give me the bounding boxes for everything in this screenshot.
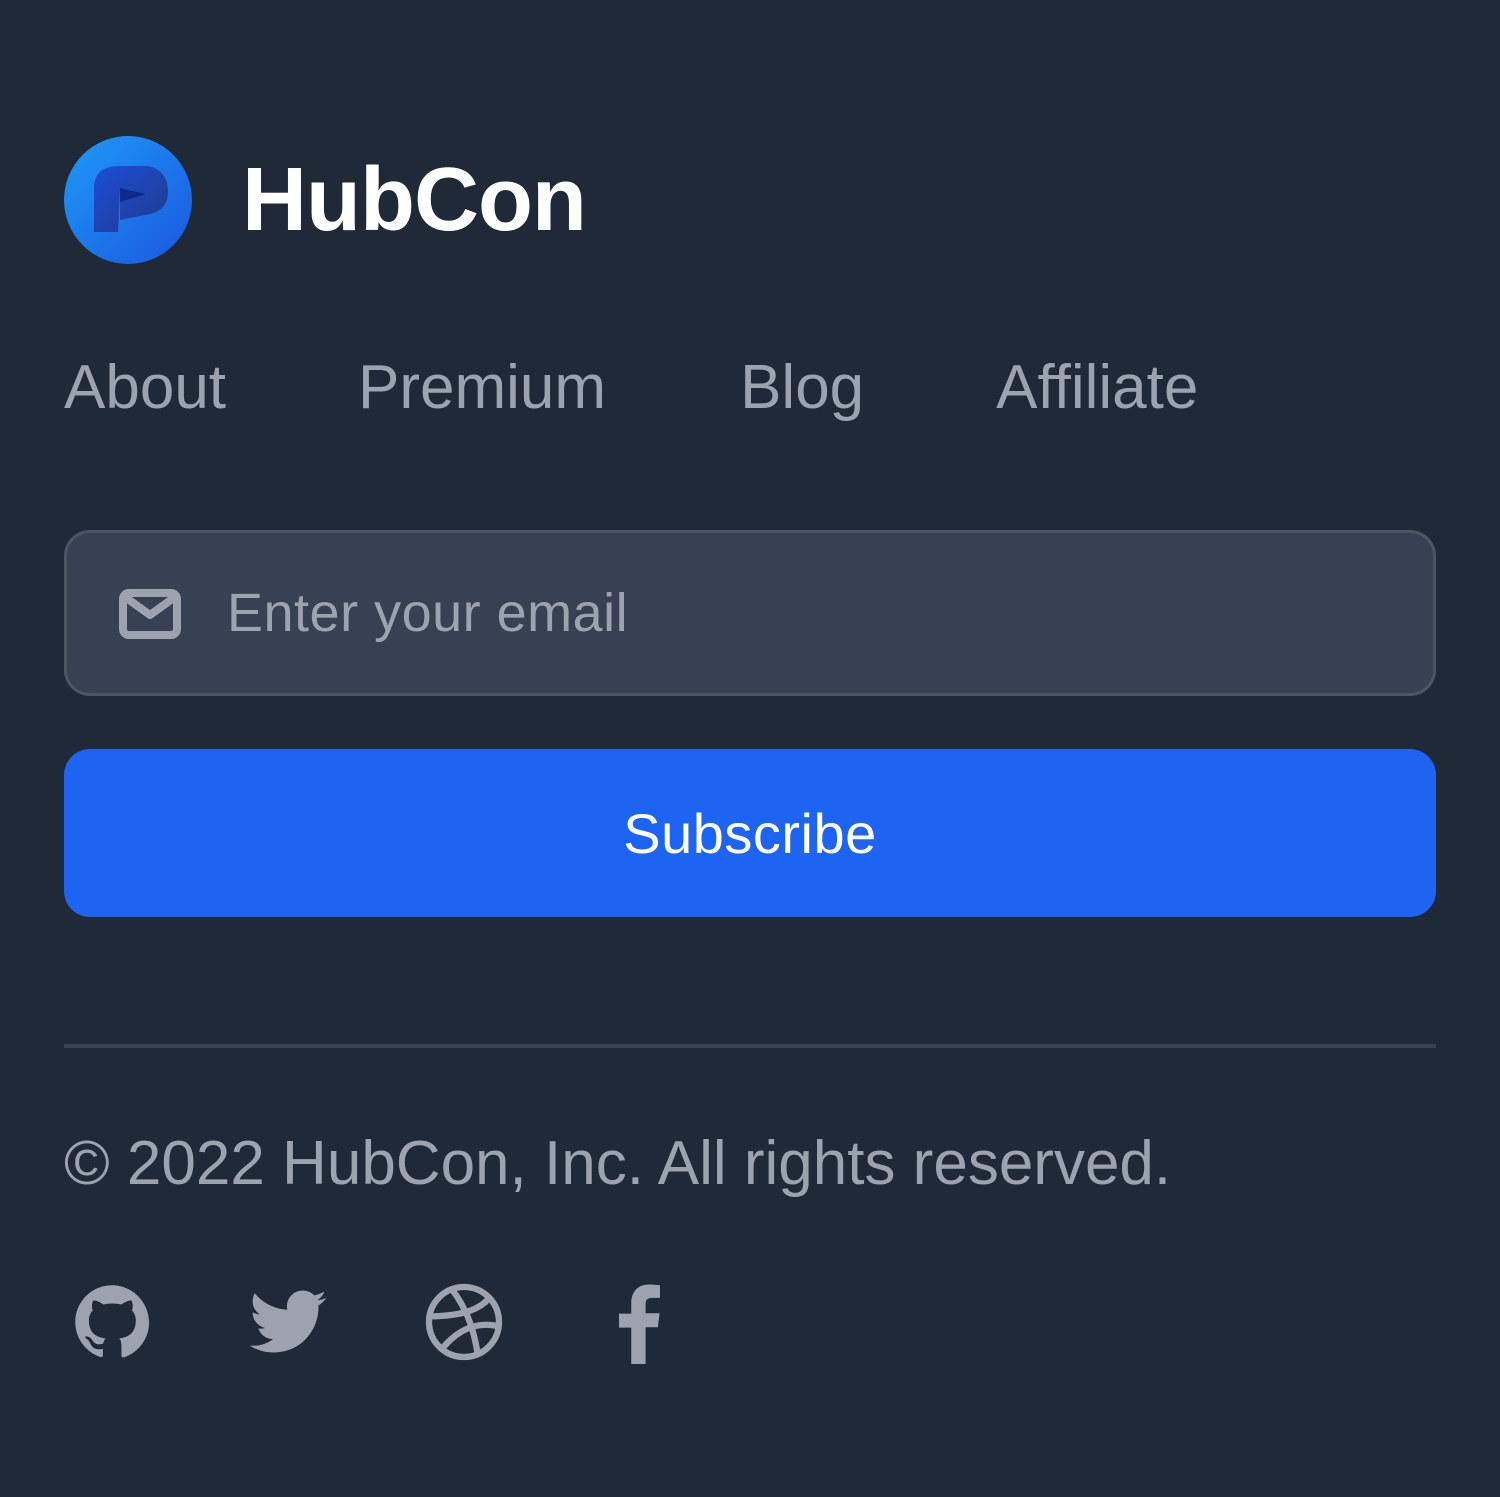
brand[interactable]: HubCon xyxy=(64,136,587,264)
github-link[interactable] xyxy=(70,1280,154,1364)
dribbble-icon xyxy=(425,1283,503,1361)
github-icon xyxy=(75,1285,150,1358)
nav-link-blog[interactable]: Blog xyxy=(740,357,864,419)
nav-link-premium[interactable]: Premium xyxy=(358,357,606,419)
twitter-icon xyxy=(249,1290,327,1353)
copyright-text: © 2022 HubCon, Inc. All rights reserved. xyxy=(64,1129,1172,1198)
hubcon-logo-icon xyxy=(64,136,192,264)
facebook-icon xyxy=(619,1284,660,1364)
footer-nav: About Premium Blog Affiliate xyxy=(64,348,1198,428)
mail-icon xyxy=(119,589,181,639)
brand-name: HubCon xyxy=(242,150,587,250)
subscribe-button[interactable]: Subscribe xyxy=(64,749,1436,917)
divider xyxy=(64,1044,1436,1048)
twitter-link[interactable] xyxy=(246,1280,330,1364)
site-footer: HubCon About Premium Blog Affiliate Subs… xyxy=(0,0,1500,1497)
social-links xyxy=(64,1280,764,1364)
email-field-wrapper[interactable] xyxy=(64,530,1436,696)
dribbble-link[interactable] xyxy=(422,1280,506,1364)
nav-link-about[interactable]: About xyxy=(64,357,226,419)
facebook-link[interactable] xyxy=(598,1280,682,1364)
email-input[interactable] xyxy=(227,533,1407,693)
nav-link-affiliate[interactable]: Affiliate xyxy=(996,357,1198,419)
